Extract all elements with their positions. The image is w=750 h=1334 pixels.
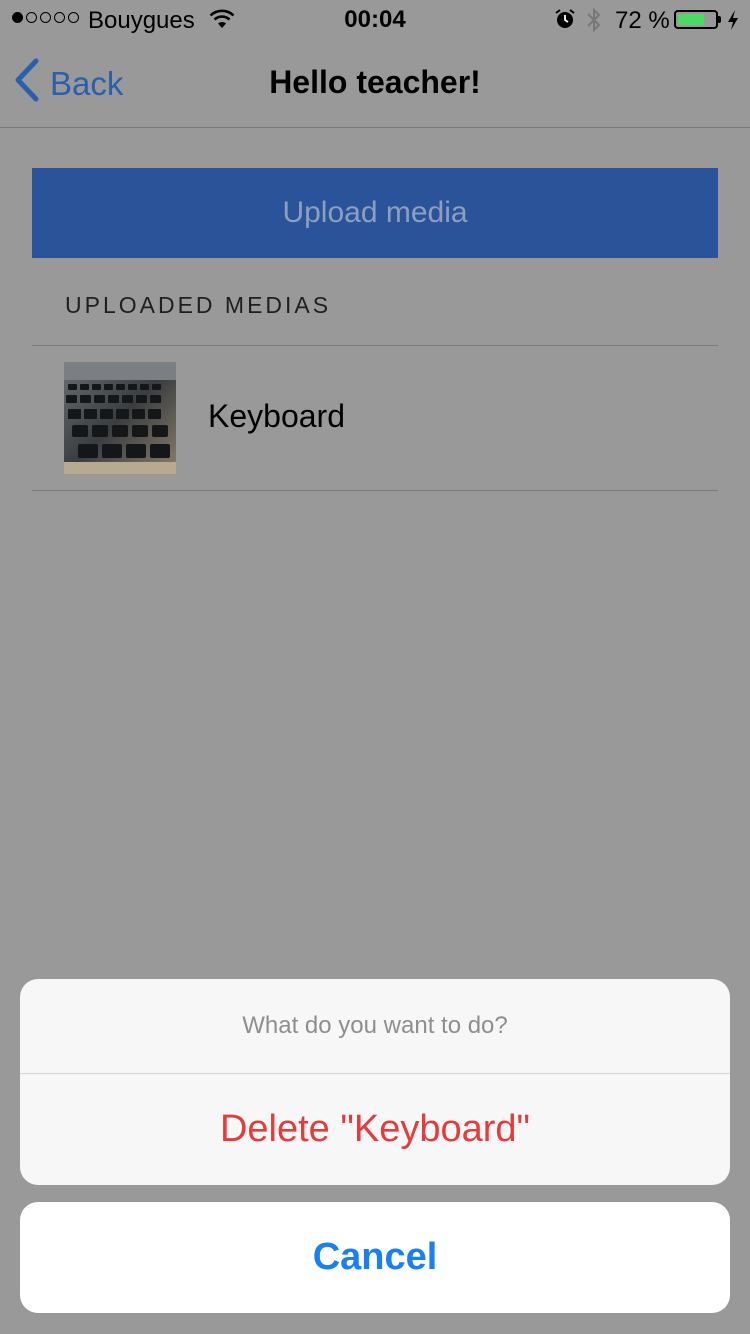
list-divider — [32, 490, 718, 491]
media-item-label: Keyboard — [208, 398, 345, 434]
status-bar: Bouygues 00:04 72 % — [0, 0, 750, 40]
navigation-bar: Back Hello teacher! — [0, 40, 750, 128]
action-sheet-title: What do you want to do? — [20, 979, 730, 1074]
alarm-icon — [554, 8, 576, 37]
charging-bolt-icon — [726, 9, 740, 38]
bluetooth-icon — [585, 6, 603, 41]
page-title: Hello teacher! — [269, 64, 481, 100]
battery-tip — [718, 16, 721, 23]
action-sheet: What do you want to do? Delete "Keyboard… — [20, 979, 730, 1185]
list-item[interactable]: Keyboard — [32, 346, 718, 490]
keyboard-thumbnail-icon — [64, 362, 176, 474]
cancel-button[interactable]: Cancel — [20, 1202, 730, 1313]
section-header: UPLOADED MEDIAS — [65, 292, 332, 318]
upload-media-button[interactable]: Upload media — [32, 168, 718, 258]
delete-media-button[interactable]: Delete "Keyboard" — [20, 1074, 730, 1185]
battery-percent: 72 % — [615, 7, 670, 34]
battery-icon — [674, 10, 718, 29]
